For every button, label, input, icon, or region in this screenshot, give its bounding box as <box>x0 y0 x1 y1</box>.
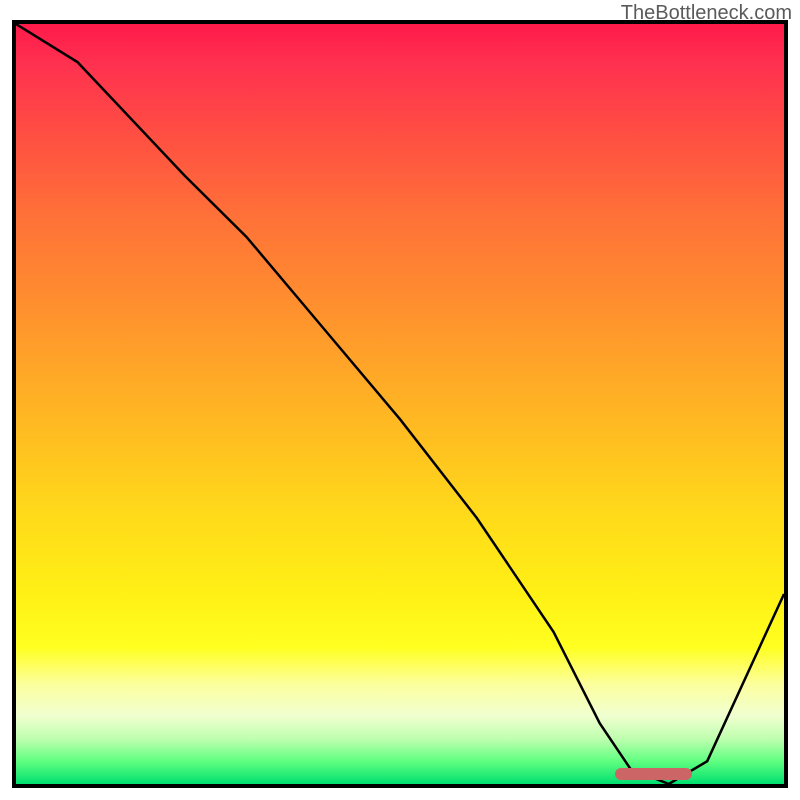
optimal-range-marker <box>615 768 692 780</box>
bottleneck-curve <box>16 24 784 784</box>
chart-container <box>12 20 788 788</box>
watermark-text: TheBottleneck.com <box>621 2 792 25</box>
